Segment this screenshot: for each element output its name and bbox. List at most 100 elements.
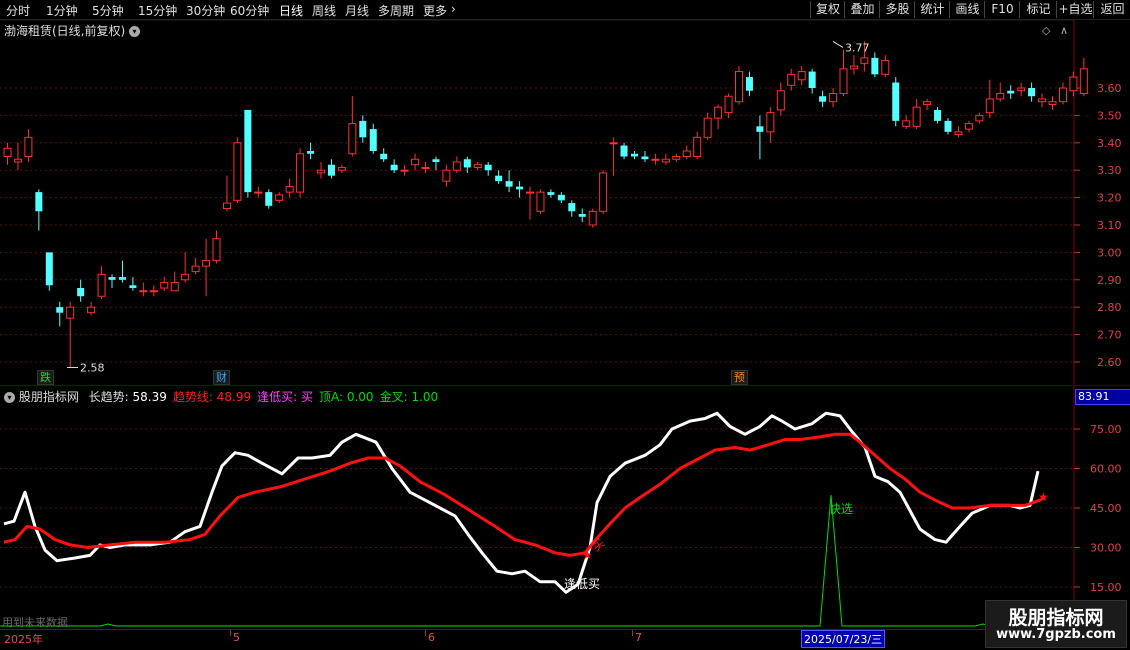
candle[interactable] bbox=[244, 109, 252, 198]
toolbar-right-6[interactable]: 标记 bbox=[1019, 1, 1057, 18]
candle[interactable] bbox=[923, 98, 932, 110]
candle[interactable] bbox=[348, 96, 357, 157]
candle[interactable] bbox=[45, 252, 53, 291]
candle[interactable] bbox=[547, 189, 555, 198]
candle[interactable] bbox=[892, 77, 900, 127]
candle[interactable] bbox=[390, 159, 398, 173]
candle[interactable] bbox=[24, 129, 33, 162]
candle[interactable] bbox=[1048, 96, 1057, 110]
candle[interactable] bbox=[536, 189, 545, 215]
candle[interactable] bbox=[411, 153, 420, 171]
candle[interactable] bbox=[724, 93, 733, 119]
candle[interactable] bbox=[432, 156, 440, 171]
candle[interactable] bbox=[703, 112, 712, 141]
candle[interactable] bbox=[808, 68, 816, 94]
toolbar-8[interactable]: 月线 bbox=[345, 2, 369, 19]
candle[interactable] bbox=[222, 175, 231, 212]
candle[interactable] bbox=[756, 115, 764, 160]
candle[interactable] bbox=[1038, 93, 1047, 108]
candle[interactable] bbox=[296, 148, 305, 198]
indicator-chart[interactable]: 75.00 60.00 45.00 30.00 15.00 ★ ★ bbox=[0, 385, 1130, 630]
candle[interactable] bbox=[1028, 82, 1036, 102]
candle[interactable] bbox=[77, 279, 85, 302]
candle[interactable] bbox=[516, 181, 524, 198]
candle[interactable] bbox=[452, 156, 461, 173]
candle[interactable] bbox=[714, 104, 723, 130]
candle[interactable] bbox=[797, 66, 806, 86]
candle[interactable] bbox=[661, 153, 670, 165]
candle[interactable] bbox=[682, 145, 691, 160]
candle[interactable] bbox=[954, 126, 963, 138]
candle[interactable] bbox=[568, 200, 576, 217]
candle[interactable] bbox=[787, 68, 796, 91]
candle[interactable] bbox=[13, 142, 22, 171]
candle[interactable] bbox=[139, 282, 148, 297]
candle[interactable] bbox=[149, 285, 158, 297]
candle[interactable] bbox=[181, 252, 190, 283]
toolbar-4[interactable]: 30分钟 bbox=[186, 2, 225, 19]
candle[interactable] bbox=[3, 142, 12, 165]
toolbar-right-8[interactable]: 返回 bbox=[1093, 1, 1130, 18]
candle[interactable] bbox=[578, 208, 586, 223]
settings-icon[interactable]: ▾ bbox=[4, 392, 15, 403]
candle[interactable] bbox=[829, 88, 838, 108]
toolbar-right-0[interactable]: 复权 bbox=[810, 1, 845, 18]
candle[interactable] bbox=[191, 257, 200, 275]
candle[interactable] bbox=[87, 301, 96, 316]
candle[interactable] bbox=[588, 208, 597, 228]
candle[interactable] bbox=[557, 192, 565, 204]
candle[interactable] bbox=[369, 123, 377, 154]
candlestick-chart[interactable]: 3.60 3.50 3.40 3.30 3.20 3.10 3.00 2.90 2.80 2.70… bbox=[0, 20, 1130, 385]
candle[interactable] bbox=[442, 164, 451, 187]
candle[interactable] bbox=[934, 107, 942, 124]
candle[interactable] bbox=[35, 189, 43, 231]
event-marker-2[interactable]: 预 bbox=[731, 370, 748, 385]
toolbar-2[interactable]: 5分钟 bbox=[92, 2, 124, 19]
toolbar-right-3[interactable]: 统计 bbox=[914, 1, 950, 18]
candle[interactable] bbox=[275, 192, 284, 204]
candle[interactable] bbox=[285, 178, 294, 198]
candle[interactable] bbox=[964, 120, 973, 132]
toolbar-7[interactable]: 周线 bbox=[312, 2, 336, 19]
candle[interactable] bbox=[599, 170, 608, 215]
toolbar-10[interactable]: 更多 bbox=[423, 2, 447, 19]
candle[interactable] bbox=[1017, 82, 1026, 97]
candle[interactable] bbox=[944, 118, 952, 135]
toolbar-5[interactable]: 60分钟 bbox=[230, 2, 269, 19]
candle[interactable] bbox=[672, 153, 681, 162]
candle[interactable] bbox=[819, 90, 827, 108]
candle[interactable] bbox=[1079, 57, 1088, 97]
candle[interactable] bbox=[839, 49, 848, 97]
candle[interactable] bbox=[631, 151, 638, 160]
candle[interactable] bbox=[996, 82, 1005, 102]
candle[interactable] bbox=[849, 55, 858, 75]
candle[interactable] bbox=[693, 131, 702, 160]
toolbar-right-7[interactable]: +自选 bbox=[1056, 1, 1094, 18]
candle[interactable] bbox=[766, 107, 775, 143]
toolbar-3[interactable]: 15分钟 bbox=[138, 2, 177, 19]
candle[interactable] bbox=[881, 55, 890, 78]
candle[interactable] bbox=[97, 266, 106, 299]
candle[interactable] bbox=[1058, 82, 1067, 105]
candle[interactable] bbox=[473, 161, 482, 171]
candle[interactable] bbox=[421, 161, 430, 173]
toolbar-right-2[interactable]: 多股 bbox=[879, 1, 915, 18]
toolbar-6[interactable]: 日线 bbox=[279, 2, 303, 19]
candle[interactable] bbox=[641, 151, 649, 162]
candle[interactable] bbox=[129, 277, 137, 291]
candle[interactable] bbox=[526, 186, 534, 220]
candle[interactable] bbox=[1007, 85, 1015, 99]
toolbar-9[interactable]: 多周期 bbox=[378, 2, 414, 19]
candle[interactable] bbox=[776, 82, 785, 116]
collapse-icon[interactable]: ∧ bbox=[1060, 24, 1068, 37]
dropdown-icon[interactable]: ▾ bbox=[129, 26, 141, 37]
candle[interactable] bbox=[735, 66, 743, 105]
candle[interactable] bbox=[745, 71, 753, 97]
toolbar-right-4[interactable]: 画线 bbox=[949, 1, 985, 18]
candle[interactable] bbox=[912, 98, 921, 130]
candle[interactable] bbox=[380, 148, 388, 162]
candle[interactable] bbox=[66, 301, 75, 368]
candle[interactable] bbox=[359, 115, 367, 143]
candle[interactable] bbox=[56, 301, 64, 327]
candle[interactable] bbox=[327, 159, 335, 179]
